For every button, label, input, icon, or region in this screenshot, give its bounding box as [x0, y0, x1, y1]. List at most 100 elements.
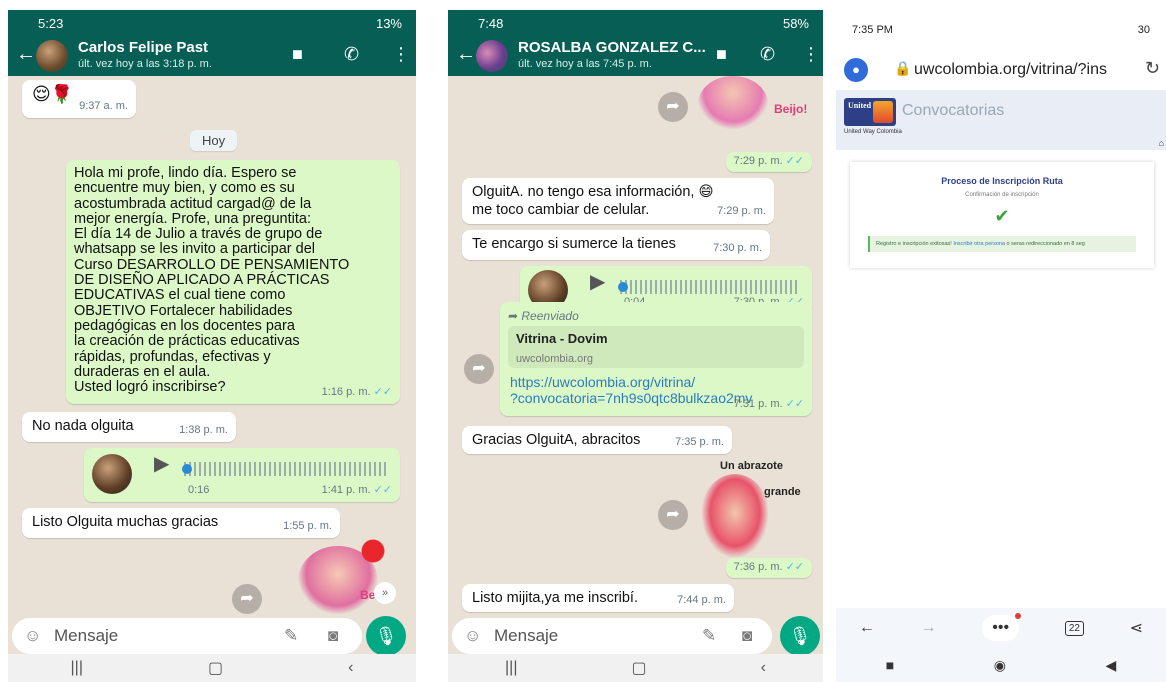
forwarded-label: ➦ Reenviado — [508, 308, 804, 325]
more-options-icon[interactable]: ⋮ — [802, 44, 820, 65]
back-icon[interactable]: ‹ — [761, 659, 766, 677]
link-line[interactable]: ?convocatoria=7nh9s0qtc8bulkzao2mv — [510, 390, 752, 406]
attach-icon[interactable]: ✎ — [284, 626, 298, 646]
link-preview-card[interactable]: Vitrina - Dovim uwcolombia.org — [508, 326, 804, 368]
forward-icon[interactable]: ➦ — [658, 92, 688, 122]
play-icon[interactable]: ▶ — [154, 454, 169, 473]
logo-caption: United Way Colombia — [844, 129, 902, 135]
message-text: Te encargo si sumerce la tienes — [472, 236, 676, 252]
url-field[interactable]: uwcolombia.org/vitrina/?ins — [914, 61, 1107, 79]
contact-name[interactable]: Carlos Felipe Past — [78, 39, 208, 56]
lock-icon[interactable]: 🔒 — [894, 60, 911, 77]
message-link[interactable]: https://uwcolombia.org/vitrina/ ?convoca… — [510, 374, 752, 406]
chat-header: ← Carlos Felipe Past últ. vez hoy a las … — [8, 36, 416, 76]
message-outgoing[interactable]: ➦ Reenviado Vitrina - Dovim uwcolombia.o… — [500, 302, 812, 416]
status-bar: 7:48 58% — [448, 10, 823, 36]
recents-icon[interactable]: ■ — [886, 657, 894, 673]
text-line: duraderas en el aula. — [74, 363, 211, 380]
message-outgoing[interactable]: Hola mi profe, lindo día. Espero se encu… — [66, 160, 400, 404]
united-way-logo[interactable]: United Way — [844, 98, 896, 126]
battery-level: 58% — [782, 15, 809, 31]
recents-icon[interactable]: ||| — [71, 659, 83, 677]
message-incoming[interactable]: Gracias OlguitA, abracitos 7:35 p. m. — [462, 426, 732, 454]
link-line[interactable]: https://uwcolombia.org/vitrina/ — [510, 374, 752, 390]
sticker-text: Be — [360, 588, 376, 602]
message-list: 😌🌹 9:37 a. m. Hoy Hola mi profe, lindo d… — [8, 76, 416, 618]
reload-icon[interactable]: ↻ — [1145, 58, 1160, 79]
forward-icon[interactable]: ➦ — [464, 354, 494, 384]
contact-name[interactable]: ROSALBA GONZALEZ C... — [518, 39, 706, 56]
video-call-icon[interactable]: ■ — [716, 44, 727, 65]
home-icon[interactable]: ◉ — [994, 657, 1006, 674]
emoji-icon[interactable]: ☺ — [464, 626, 481, 646]
playback-position[interactable] — [618, 282, 628, 292]
message-input[interactable]: ☺ Mensaje ✎ ◙ — [12, 618, 362, 654]
forward-icon[interactable]: ➦ — [232, 584, 262, 614]
message-incoming[interactable]: Te encargo si sumerce la tienes 7:30 p. … — [462, 230, 770, 260]
back-icon[interactable]: ‹ — [348, 659, 353, 677]
success-text: Registro e inscripción exitosas! — [876, 241, 952, 247]
camera-icon[interactable]: ◙ — [328, 626, 338, 646]
account-icon[interactable]: ● — [844, 58, 868, 82]
hand-icon — [873, 101, 893, 123]
message-input[interactable]: ☺ Mensaje ✎ ◙ — [452, 618, 772, 654]
play-icon[interactable]: ▶ — [590, 272, 605, 291]
share-icon[interactable]: ⋖ — [1130, 618, 1143, 638]
phone-call-icon[interactable]: ✆ — [344, 44, 359, 65]
message-outgoing[interactable]: 7:36 p. m. ✓✓ — [726, 558, 812, 578]
message-incoming[interactable]: Listo mijita,ya me inscribí. 7:44 p. m. — [462, 584, 734, 612]
playback-position[interactable] — [182, 464, 192, 474]
chat-header: ← ROSALBA GONZALEZ C... últ. vez hoy a l… — [448, 36, 823, 76]
status-bar: 5:23 13% — [8, 10, 416, 36]
site-banner: United Way United Way Colombia Convocato… — [836, 90, 1166, 150]
forward-icon[interactable]: ➦ — [658, 500, 688, 530]
message-list: ➦ Beijo! 7:29 p. m. ✓✓ OlguitA. no tengo … — [448, 76, 823, 618]
voice-message[interactable]: ▶ 0:16 1:41 p. m. ✓✓ — [84, 448, 400, 502]
home-icon[interactable]: ▢ — [631, 658, 646, 678]
card-title: Proceso de Inscripción Ruta — [941, 176, 1063, 186]
mic-button[interactable]: 🎙 — [366, 616, 406, 656]
scroll-down-icon[interactable]: » — [374, 582, 396, 604]
forward-arrow-icon[interactable]: → — [921, 619, 937, 637]
register-another-link[interactable]: Inscribir otra persona — [953, 241, 1005, 247]
home-icon[interactable]: ▢ — [208, 658, 223, 678]
audio-waveform[interactable] — [620, 280, 798, 294]
more-options-icon[interactable]: ⋮ — [392, 44, 410, 65]
attach-icon[interactable]: ✎ — [702, 626, 716, 646]
android-nav-bar: ||| ▢ ‹ — [448, 654, 823, 682]
camera-icon[interactable]: ◙ — [742, 626, 752, 646]
message-text: 😌🌹 — [32, 84, 74, 104]
back-arrow-icon[interactable]: ← — [456, 43, 476, 66]
sticker[interactable] — [700, 474, 770, 560]
video-call-icon[interactable]: ■ — [292, 44, 303, 65]
emoji-icon[interactable]: ☺ — [24, 626, 41, 646]
message-time: 7:30 p. m. — [713, 241, 762, 254]
sticker-text: Beijo! — [774, 102, 808, 116]
preview-domain: uwcolombia.org — [516, 352, 594, 365]
recents-icon[interactable]: ||| — [505, 659, 517, 677]
message-text: Gracias OlguitA, abracitos — [472, 432, 641, 448]
phone-call-icon[interactable]: ✆ — [760, 44, 775, 65]
back-arrow-icon[interactable]: ← — [859, 619, 875, 637]
page-title: Convocatorias — [902, 102, 1005, 119]
sticker[interactable] — [698, 76, 768, 132]
read-ticks-icon: ✓✓ — [785, 154, 804, 167]
message-incoming[interactable]: Listo Olguita muchas gracias 1:55 p. m. — [22, 508, 340, 538]
message-outgoing[interactable]: 7:29 p. m. ✓✓ — [726, 152, 812, 172]
menu-button[interactable]: ••• — [982, 613, 1022, 641]
voice-duration: 0:16 — [188, 483, 210, 496]
browser-screen: 7:35 PM 30 ● 🔒 uwcolombia.org/vitrina/?i… — [836, 10, 1166, 682]
avatar[interactable] — [476, 40, 508, 72]
back-icon[interactable]: ◀ — [1105, 657, 1116, 674]
back-arrow-icon[interactable]: ← — [16, 43, 36, 66]
audio-waveform[interactable] — [184, 462, 386, 476]
home-icon[interactable]: ⌂ — [1159, 138, 1164, 148]
message-incoming[interactable]: 😌🌹 9:37 a. m. — [22, 80, 136, 118]
avatar[interactable] — [36, 40, 68, 72]
read-ticks-icon: ✓✓ — [373, 385, 392, 398]
tabs-button[interactable]: 22 — [1064, 620, 1084, 636]
mic-button[interactable]: 🎙 — [780, 616, 820, 656]
text-line: EDUCATIVAS el cual tiene como — [74, 287, 286, 304]
message-incoming[interactable]: No nada olguita 1:38 p. m. — [22, 412, 236, 442]
message-incoming[interactable]: OlguitA. no tengo esa información, 😄 me … — [462, 178, 774, 224]
